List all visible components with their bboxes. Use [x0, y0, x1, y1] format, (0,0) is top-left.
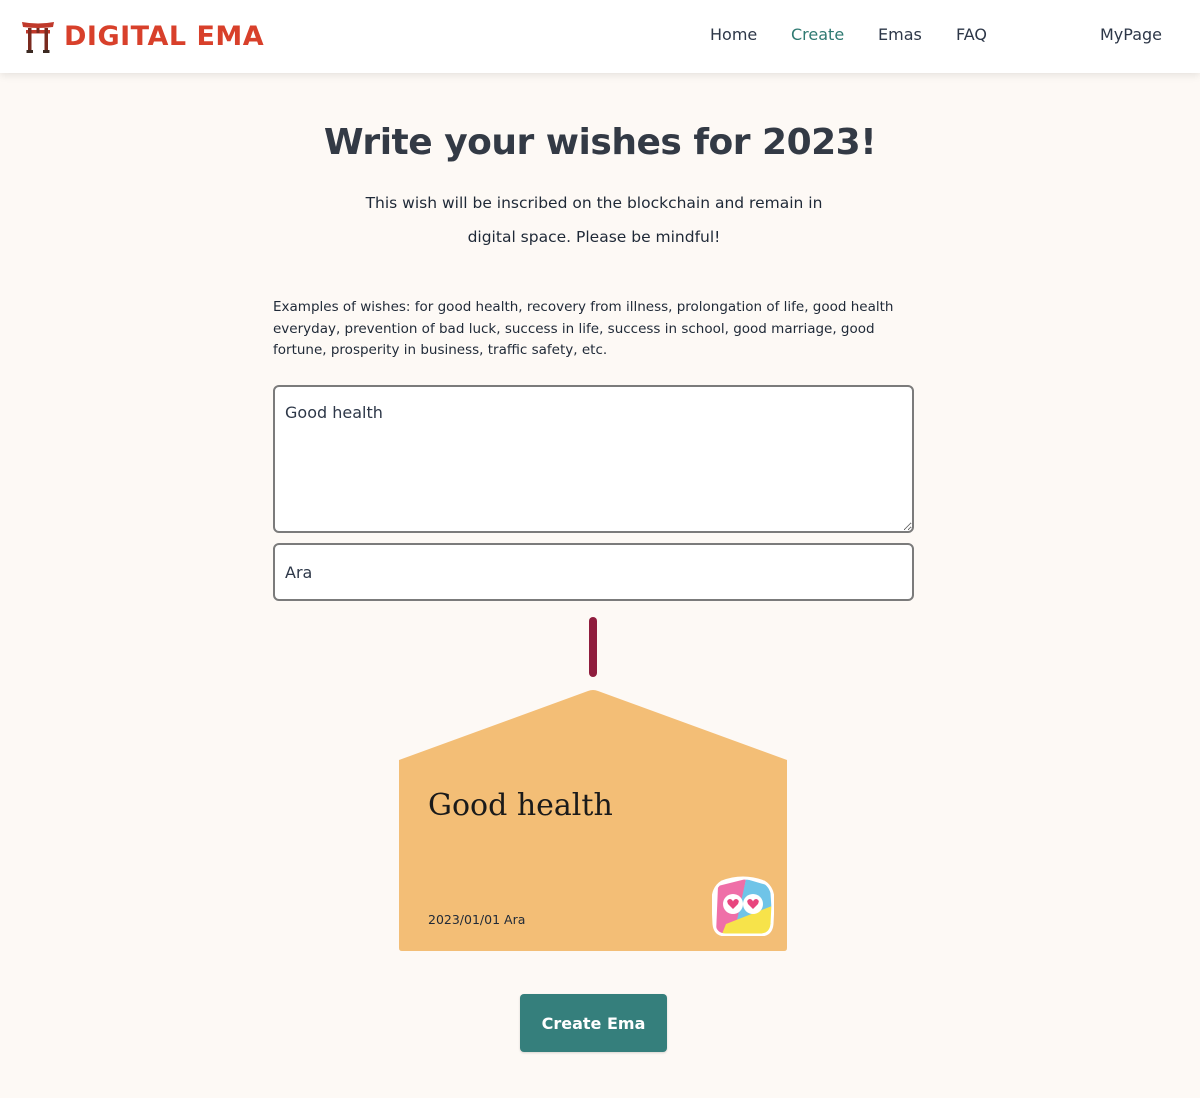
page-subtitle: This wish will be inscribed on the block… [365, 194, 823, 246]
page-title: Write your wishes for 2023! [323, 122, 877, 163]
site-logo[interactable]: DIGITAL EMA [22, 18, 264, 54]
name-input[interactable] [273, 543, 914, 601]
logo-text: DIGITAL EMA [64, 20, 265, 52]
wish-input[interactable]: Good health [273, 385, 914, 533]
ema-hanging-string [589, 617, 597, 677]
nav-create[interactable]: Create [791, 25, 844, 44]
nav-emas[interactable]: Emas [878, 25, 922, 44]
ema-date-name: 2023/01/01 Ara [428, 912, 526, 927]
ema-wish-text: Good health [428, 788, 613, 823]
nav-faq[interactable]: FAQ [956, 25, 987, 44]
wish-examples: Examples of wishes: for good health, rec… [273, 299, 894, 358]
nav-mypage[interactable]: MyPage [1100, 25, 1162, 44]
torii-gate-icon [22, 22, 54, 53]
nav-home[interactable]: Home [710, 25, 757, 44]
site-header: DIGITAL EMA Home Create Emas FAQ MyPage [0, 0, 1200, 73]
heart-eyes-mascot-icon [712, 876, 774, 936]
create-ema-button[interactable]: Create Ema [520, 994, 667, 1052]
